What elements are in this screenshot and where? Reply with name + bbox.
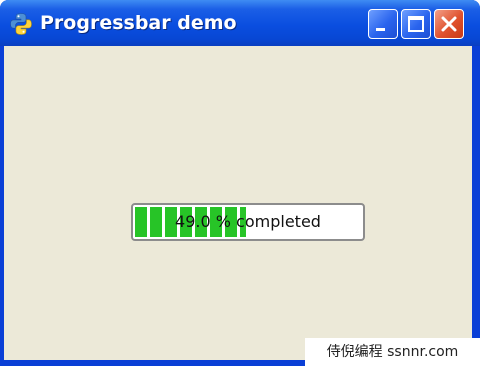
python-icon <box>9 12 33 36</box>
watermark-text: 侍倪编程 ssnnr.com <box>305 338 480 366</box>
close-icon <box>441 16 457 32</box>
maximize-icon <box>408 16 424 32</box>
title-bar[interactable]: Progressbar demo <box>0 0 480 46</box>
window-title: Progressbar demo <box>40 12 237 34</box>
progress-label: 49.0 % completed <box>175 212 321 231</box>
minimize-icon <box>376 28 385 31</box>
close-button[interactable] <box>434 9 464 39</box>
minimize-button[interactable] <box>368 9 398 39</box>
progress-bar: 49.0 % completed <box>131 203 365 241</box>
app-window: Progressbar demo <box>0 0 480 366</box>
maximize-button[interactable] <box>401 9 431 39</box>
